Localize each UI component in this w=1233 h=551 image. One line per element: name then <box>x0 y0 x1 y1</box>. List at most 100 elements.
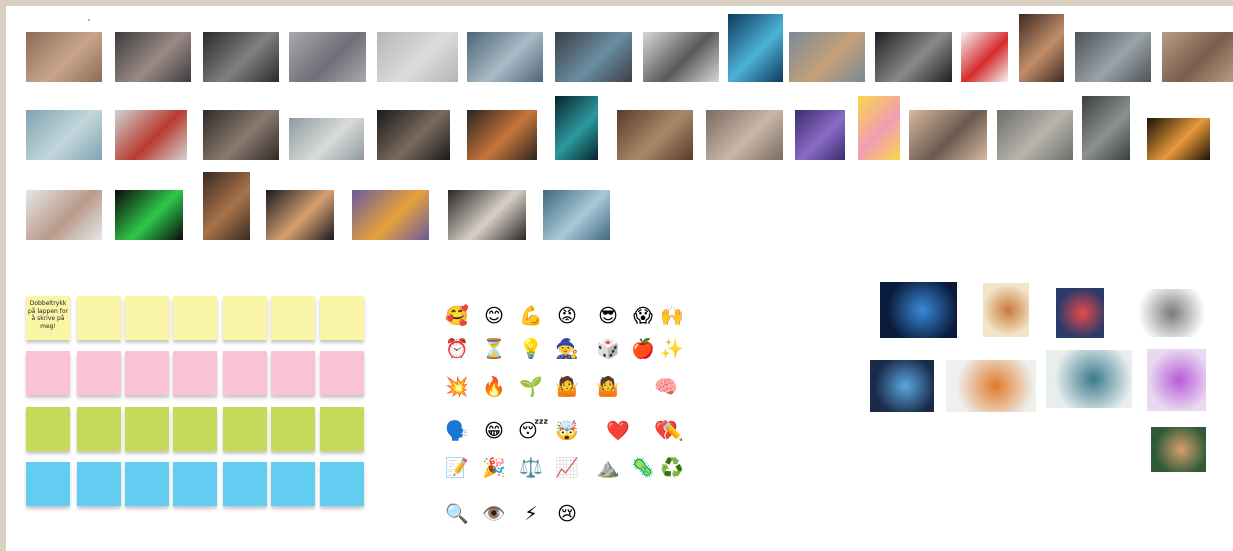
emoji-sticker[interactable]: ⏰ <box>444 336 470 362</box>
photo-lecture-hall[interactable] <box>997 110 1073 160</box>
emoji-sticker[interactable]: ✏️ <box>659 418 685 444</box>
emoji-sticker[interactable]: 🦠 <box>630 455 656 481</box>
emoji-sticker[interactable]: 🗣️ <box>444 418 470 444</box>
photo-sea-person[interactable] <box>543 190 610 240</box>
illus-kids-chalkboard[interactable] <box>1151 427 1206 472</box>
sticky-note-blue[interactable] <box>77 462 121 506</box>
illus-hand-screen[interactable] <box>870 360 934 412</box>
photo-yellow-pencil[interactable] <box>858 96 900 160</box>
photo-people-phones[interactable] <box>115 32 191 82</box>
sticky-note-pink[interactable] <box>125 351 169 395</box>
illus-online-graduation[interactable] <box>946 360 1036 412</box>
emoji-sticker[interactable]: 😡 <box>554 303 580 329</box>
photo-audience-bw[interactable] <box>203 32 279 82</box>
photo-dancer-room[interactable] <box>448 190 526 240</box>
sticky-note-blue[interactable] <box>173 462 217 506</box>
sticky-note-pink[interactable] <box>223 351 267 395</box>
emoji-sticker[interactable]: 😁 <box>481 418 507 444</box>
emoji-sticker[interactable]: 😎 <box>595 303 621 329</box>
emoji-sticker[interactable]: ⚖️ <box>518 455 544 481</box>
illus-person-thinking[interactable] <box>983 283 1029 337</box>
sticky-note-yellow[interactable] <box>320 296 364 340</box>
emoji-sticker[interactable]: 📈 <box>554 455 580 481</box>
sticky-note-blue[interactable] <box>320 462 364 506</box>
emoji-sticker[interactable]: 😢 <box>554 501 580 527</box>
emoji-sticker[interactable]: 🤷 <box>595 374 621 400</box>
photo-classroom-kids[interactable] <box>909 110 987 160</box>
photo-colorful-stars[interactable] <box>352 190 429 240</box>
emoji-sticker[interactable]: 🎲 <box>595 336 621 362</box>
photo-blank-sign[interactable] <box>377 32 458 82</box>
emoji-sticker[interactable]: 👁️ <box>481 501 507 527</box>
photo-phone-hand[interactable] <box>1019 14 1064 82</box>
emoji-sticker[interactable]: 😊 <box>481 303 507 329</box>
photo-signal-icons[interactable] <box>115 190 183 240</box>
emoji-sticker[interactable]: 🤷 <box>554 374 580 400</box>
photo-library-desk[interactable] <box>617 110 693 160</box>
sticky-note-pink[interactable] <box>77 351 121 395</box>
emoji-sticker[interactable]: 🎉 <box>481 455 507 481</box>
illus-sketch-heads[interactable] <box>1130 289 1206 337</box>
photo-wall-what-now[interactable] <box>26 110 102 160</box>
illus-virtual-classroom[interactable] <box>1147 349 1206 411</box>
emoji-sticker[interactable]: ⚡ <box>518 501 544 527</box>
emoji-sticker[interactable]: 🧙 <box>554 336 580 362</box>
sticky-note-green[interactable] <box>271 407 315 451</box>
photo-apple-books[interactable] <box>115 110 187 160</box>
emoji-sticker[interactable]: 🥰 <box>444 303 470 329</box>
photo-vr-headset[interactable] <box>795 110 845 160</box>
photo-shouting-kid[interactable] <box>643 32 719 82</box>
photo-newspapers[interactable] <box>1162 32 1233 82</box>
sticky-note-yellow[interactable] <box>271 296 315 340</box>
sticky-note-instruction[interactable]: Dobbeltrykk på lappen for å skrive på me… <box>26 296 70 340</box>
emoji-sticker[interactable]: 💥 <box>444 374 470 400</box>
photo-video-call[interactable] <box>555 32 632 82</box>
photo-red-smoke[interactable] <box>961 32 1008 82</box>
emoji-sticker[interactable]: 🌱 <box>518 374 544 400</box>
emoji-sticker[interactable]: 🔥 <box>481 374 507 400</box>
emoji-sticker[interactable]: 🍎 <box>630 336 656 362</box>
sticky-note-green[interactable] <box>77 407 121 451</box>
whiteboard-canvas[interactable]: Dobbeltrykk på lappen for å skrive på me… <box>6 6 1233 551</box>
emoji-sticker[interactable]: 🧠 <box>653 374 679 400</box>
sticky-note-blue[interactable] <box>271 462 315 506</box>
emoji-sticker[interactable]: 😱 <box>630 303 656 329</box>
emoji-sticker[interactable]: ⛰️ <box>595 455 621 481</box>
photo-handshake[interactable] <box>1075 32 1151 82</box>
emoji-sticker[interactable]: ✨ <box>659 336 685 362</box>
photo-computer-desk[interactable] <box>467 110 537 160</box>
emoji-sticker[interactable]: ❤️ <box>605 418 631 444</box>
illus-two-heads-gears[interactable] <box>1046 350 1132 408</box>
photo-online-meeting[interactable] <box>377 110 450 160</box>
emoji-sticker[interactable]: 💪 <box>518 303 544 329</box>
photo-raised-hand-bw[interactable] <box>875 32 952 82</box>
emoji-sticker[interactable]: ⏳ <box>481 336 507 362</box>
photo-empty-classroom[interactable] <box>289 118 364 160</box>
photo-ocean-figure[interactable] <box>467 32 543 82</box>
emoji-sticker[interactable]: 📝 <box>444 455 470 481</box>
sticky-note-yellow[interactable] <box>223 296 267 340</box>
sticky-note-yellow[interactable] <box>173 296 217 340</box>
illus-brain-gears[interactable] <box>1056 288 1104 338</box>
sticky-note-green[interactable] <box>223 407 267 451</box>
emoji-sticker[interactable]: 😴 <box>518 418 548 444</box>
photo-network-glow[interactable] <box>555 96 598 160</box>
photo-tablet-hands[interactable] <box>26 190 102 240</box>
sticky-note-blue[interactable] <box>125 462 169 506</box>
sticky-note-green[interactable] <box>26 407 70 451</box>
sticky-note-green[interactable] <box>125 407 169 451</box>
sticky-note-blue[interactable] <box>26 462 70 506</box>
sticky-note-pink[interactable] <box>271 351 315 395</box>
photo-digital-touch[interactable] <box>728 14 783 82</box>
illus-digital-finger[interactable] <box>880 282 957 338</box>
emoji-sticker[interactable]: ♻️ <box>659 455 685 481</box>
photo-hopscotch[interactable] <box>1082 96 1130 160</box>
sticky-note-yellow[interactable] <box>77 296 121 340</box>
sticky-note-yellow[interactable] <box>125 296 169 340</box>
sticky-note-green[interactable] <box>173 407 217 451</box>
emoji-sticker[interactable]: 🤯 <box>554 418 580 444</box>
photo-desk-topdown[interactable] <box>789 32 865 82</box>
photo-kids-classroom[interactable] <box>26 32 102 82</box>
photo-sparks[interactable] <box>1147 118 1210 160</box>
photo-laptop-hands[interactable] <box>289 32 366 82</box>
